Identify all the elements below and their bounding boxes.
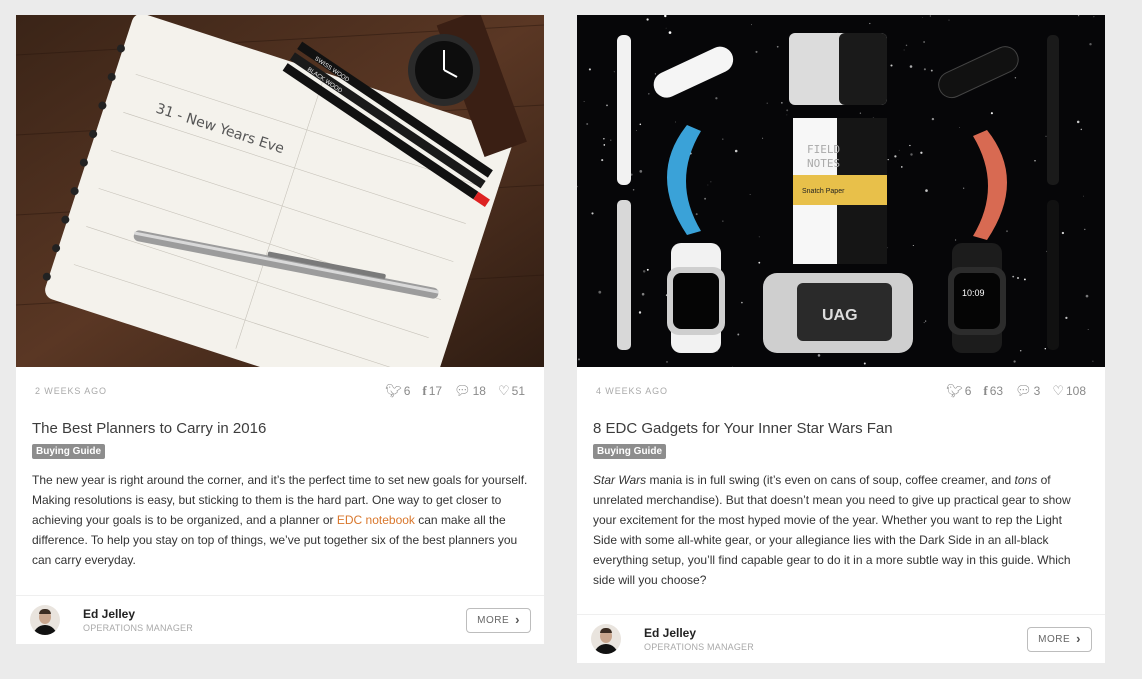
category-badge[interactable]: Buying Guide — [32, 444, 105, 459]
author-name[interactable]: Ed Jelley — [83, 607, 466, 621]
excerpt-emphasis: Star Wars — [593, 473, 647, 487]
avatar[interactable] — [30, 605, 60, 635]
chevron-right-icon: › — [1076, 631, 1081, 646]
share-stats: 🐦︎ 6 f 63 💬︎ 3 ♡ 108 — [946, 383, 1086, 399]
like-count: 51 — [511, 384, 525, 398]
facebook-share[interactable]: f 17 — [422, 383, 442, 399]
author-name[interactable]: Ed Jelley — [644, 626, 1027, 640]
comment-icon: 💬︎ — [454, 383, 471, 398]
article-image[interactable]: FIELD NOTES Snatch Paper 10:09 UAG — [577, 15, 1105, 367]
author-role: OPERATIONS MANAGER — [644, 642, 754, 652]
facebook-count: 63 — [989, 384, 1004, 398]
more-button[interactable]: MORE › — [1027, 626, 1092, 652]
author-role: OPERATIONS MANAGER — [83, 623, 193, 633]
field-notes-title-2: NOTES — [807, 157, 840, 170]
twitter-icon: 🐦︎ — [946, 383, 963, 398]
comments-link[interactable]: 💬︎ 3 — [1015, 383, 1040, 399]
comment-count: 18 — [472, 384, 486, 398]
field-notes-title: FIELD — [807, 143, 840, 156]
excerpt-text: mania is in full swing (it’s even on can… — [646, 473, 1015, 487]
more-button[interactable]: MORE › — [466, 607, 531, 633]
like-button[interactable]: ♡ 51 — [498, 383, 525, 399]
field-notes-label: Snatch Paper — [802, 188, 845, 195]
more-label: MORE — [477, 614, 510, 626]
twitter-icon: 🐦︎ — [385, 383, 402, 398]
excerpt-text-2: of unrelated merchandise). But that does… — [593, 473, 1071, 587]
share-stats: 🐦︎ 6 f 17 💬︎ 18 ♡ 51 — [385, 383, 525, 399]
twitter-share[interactable]: 🐦︎ 6 — [385, 383, 410, 399]
edc-notebook-link[interactable]: EDC notebook — [337, 513, 415, 527]
post-date: 2 WEEKS AGO — [35, 386, 107, 396]
category-badge[interactable]: Buying Guide — [593, 444, 666, 459]
article-image[interactable]: 31 - New Years Eve SWISS WOOD BLACK WOOD — [16, 15, 544, 367]
heart-icon: ♡ — [497, 383, 510, 398]
notebook-photo: 31 - New Years Eve SWISS WOOD BLACK WOOD — [16, 15, 544, 367]
twitter-count: 6 — [403, 384, 411, 398]
article-title[interactable]: The Best Planners to Carry in 2016 — [16, 415, 544, 441]
comment-count: 3 — [1033, 384, 1041, 398]
article-card: 31 - New Years Eve SWISS WOOD BLACK WOOD — [16, 15, 544, 644]
watch-time: 10:09 — [962, 288, 985, 298]
twitter-share[interactable]: 🐦︎ 6 — [946, 383, 971, 399]
more-label: MORE — [1038, 633, 1071, 645]
post-date: 4 WEEKS AGO — [596, 386, 668, 396]
like-count: 108 — [1065, 384, 1086, 398]
facebook-share[interactable]: f 63 — [983, 383, 1003, 399]
edc-gear-photo: FIELD NOTES Snatch Paper 10:09 UAG — [577, 15, 1105, 367]
twitter-count: 6 — [964, 384, 972, 398]
phone-case-logo: UAG — [822, 307, 858, 324]
author-bar: Ed Jelley OPERATIONS MANAGER MORE › — [16, 595, 544, 644]
facebook-count: 17 — [428, 384, 443, 398]
like-button[interactable]: ♡ 108 — [1052, 383, 1086, 399]
article-title[interactable]: 8 EDC Gadgets for Your Inner Star Wars F… — [577, 415, 1105, 441]
heart-icon: ♡ — [1052, 383, 1064, 398]
facebook-icon: f — [422, 383, 427, 398]
author-bar: Ed Jelley OPERATIONS MANAGER MORE › — [577, 614, 1105, 663]
chevron-right-icon: › — [515, 612, 520, 627]
comments-link[interactable]: 💬︎ 18 — [454, 383, 486, 399]
comment-icon: 💬︎ — [1015, 383, 1032, 398]
excerpt-emphasis-2: tons — [1014, 473, 1038, 487]
article-card: FIELD NOTES Snatch Paper 10:09 UAG 4 WEE… — [577, 15, 1105, 663]
article-excerpt: Star Wars mania is in full swing (it’s e… — [577, 459, 1105, 590]
facebook-icon: f — [983, 383, 988, 398]
article-excerpt: The new year is right around the corner,… — [16, 459, 544, 570]
avatar[interactable] — [591, 624, 621, 654]
